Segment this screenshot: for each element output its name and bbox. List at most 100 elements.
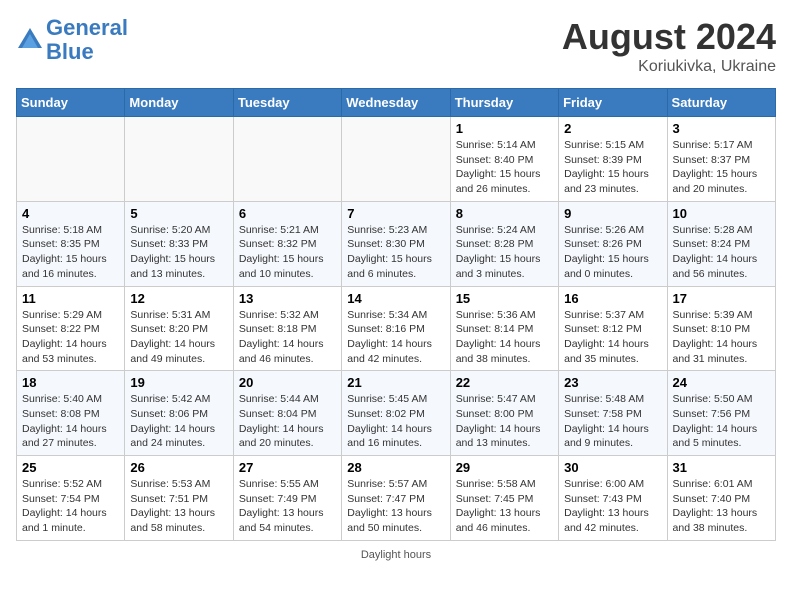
- day-info: Sunrise: 5:44 AMSunset: 8:04 PMDaylight:…: [239, 392, 336, 451]
- day-number: 15: [456, 291, 553, 306]
- day-number: 29: [456, 460, 553, 475]
- day-info: Sunrise: 5:26 AMSunset: 8:26 PMDaylight:…: [564, 223, 661, 282]
- daylight-label: Daylight hours: [361, 549, 431, 561]
- day-number: 23: [564, 375, 661, 390]
- weekday-header-wednesday: Wednesday: [342, 89, 450, 117]
- day-number: 12: [130, 291, 227, 306]
- calendar-cell: 27 Sunrise: 5:55 AMSunset: 7:49 PMDayligh…: [233, 456, 341, 541]
- day-info: Sunrise: 5:24 AMSunset: 8:28 PMDaylight:…: [456, 223, 553, 282]
- day-number: 17: [673, 291, 770, 306]
- calendar-cell: 5Sunrise: 5:20 AMSunset: 8:33 PMDaylight…: [125, 201, 233, 286]
- day-info: Sunrise: 5:39 AMSunset: 8:10 PMDaylight:…: [673, 308, 770, 367]
- calendar-cell: 24Sunrise: 5:50 AMSunset: 7:56 PMDayligh…: [667, 371, 775, 456]
- day-info: Sunrise: 5:42 AMSunset: 8:06 PMDaylight:…: [130, 392, 227, 451]
- day-number: 5: [130, 206, 227, 221]
- calendar-cell: 3 Sunrise: 5:17 AMSunset: 8:37 PMDaylight…: [667, 117, 775, 202]
- logo-icon: [16, 26, 44, 54]
- day-number: 25: [22, 460, 119, 475]
- footer: Daylight hours: [16, 549, 776, 561]
- day-info: Sunrise: 6:01 AMSunset: 7:40 PMDaylight:…: [673, 477, 770, 536]
- day-info: Sunrise: 5:53 AMSunset: 7:51 PMDaylight:…: [130, 477, 227, 536]
- month-year: August 2024: [562, 16, 776, 58]
- calendar-cell: 17 Sunrise: 5:39 AMSunset: 8:10 PMDayligh…: [667, 286, 775, 371]
- day-number: 21: [347, 375, 444, 390]
- calendar-cell: [17, 117, 125, 202]
- calendar-table: SundayMondayTuesdayWednesdayThursdayFrid…: [16, 88, 776, 541]
- day-info: Sunrise: 5:17 AMSunset: 8:37 PMDaylight:…: [673, 138, 770, 197]
- calendar-cell: [233, 117, 341, 202]
- page-header: General Blue August 2024 Koriukivka, Ukr…: [16, 16, 776, 76]
- calendar-cell: 31 Sunrise: 6:01 AMSunset: 7:40 PMDayligh…: [667, 456, 775, 541]
- day-info: Sunrise: 5:55 AMSunset: 7:49 PMDaylight:…: [239, 477, 336, 536]
- calendar-cell: [125, 117, 233, 202]
- day-info: Sunrise: 5:28 AMSunset: 8:24 PMDaylight:…: [673, 223, 770, 282]
- week-row-4: 18Sunrise: 5:40 AMSunset: 8:08 PMDayligh…: [17, 371, 776, 456]
- day-number: 3: [673, 121, 770, 136]
- calendar-cell: 19Sunrise: 5:42 AMSunset: 8:06 PMDayligh…: [125, 371, 233, 456]
- day-number: 27: [239, 460, 336, 475]
- day-info: Sunrise: 5:58 AMSunset: 7:45 PMDaylight:…: [456, 477, 553, 536]
- day-info: Sunrise: 5:47 AMSunset: 8:00 PMDaylight:…: [456, 392, 553, 451]
- weekday-header-row: SundayMondayTuesdayWednesdayThursdayFrid…: [17, 89, 776, 117]
- calendar-cell: 4Sunrise: 5:18 AMSunset: 8:35 PMDaylight…: [17, 201, 125, 286]
- day-info: Sunrise: 5:36 AMSunset: 8:14 PMDaylight:…: [456, 308, 553, 367]
- calendar-cell: 25 Sunrise: 5:52 AMSunset: 7:54 PMDayligh…: [17, 456, 125, 541]
- week-row-1: 1 Sunrise: 5:14 AMSunset: 8:40 PMDaylight…: [17, 117, 776, 202]
- day-info: Sunrise: 5:57 AMSunset: 7:47 PMDaylight:…: [347, 477, 444, 536]
- day-number: 22: [456, 375, 553, 390]
- day-info: Sunrise: 5:52 AMSunset: 7:54 PMDaylight:…: [22, 477, 119, 536]
- day-number: 6: [239, 206, 336, 221]
- calendar-cell: 26Sunrise: 5:53 AMSunset: 7:51 PMDayligh…: [125, 456, 233, 541]
- day-info: Sunrise: 5:14 AMSunset: 8:40 PMDaylight:…: [456, 138, 553, 197]
- calendar-cell: 21Sunrise: 5:45 AMSunset: 8:02 PMDayligh…: [342, 371, 450, 456]
- location: Koriukivka, Ukraine: [562, 58, 776, 76]
- day-info: Sunrise: 6:00 AMSunset: 7:43 PMDaylight:…: [564, 477, 661, 536]
- day-number: 11: [22, 291, 119, 306]
- calendar-cell: 16Sunrise: 5:37 AMSunset: 8:12 PMDayligh…: [559, 286, 667, 371]
- calendar-cell: 22 Sunrise: 5:47 AMSunset: 8:00 PMDayligh…: [450, 371, 558, 456]
- day-number: 24: [673, 375, 770, 390]
- day-number: 1: [456, 121, 553, 136]
- day-number: 14: [347, 291, 444, 306]
- day-info: Sunrise: 5:15 AMSunset: 8:39 PMDaylight:…: [564, 138, 661, 197]
- week-row-3: 11Sunrise: 5:29 AMSunset: 8:22 PMDayligh…: [17, 286, 776, 371]
- day-number: 8: [456, 206, 553, 221]
- calendar-cell: 7Sunrise: 5:23 AMSunset: 8:30 PMDaylight…: [342, 201, 450, 286]
- calendar-cell: 29 Sunrise: 5:58 AMSunset: 7:45 PMDayligh…: [450, 456, 558, 541]
- logo: General Blue: [16, 16, 128, 64]
- day-info: Sunrise: 5:37 AMSunset: 8:12 PMDaylight:…: [564, 308, 661, 367]
- day-info: Sunrise: 5:21 AMSunset: 8:32 PMDaylight:…: [239, 223, 336, 282]
- calendar-cell: 9 Sunrise: 5:26 AMSunset: 8:26 PMDaylight…: [559, 201, 667, 286]
- calendar-cell: 20 Sunrise: 5:44 AMSunset: 8:04 PMDayligh…: [233, 371, 341, 456]
- day-number: 20: [239, 375, 336, 390]
- calendar-cell: 23 Sunrise: 5:48 AMSunset: 7:58 PMDayligh…: [559, 371, 667, 456]
- day-number: 9: [564, 206, 661, 221]
- logo-text: General Blue: [46, 16, 128, 64]
- day-number: 2: [564, 121, 661, 136]
- weekday-header-monday: Monday: [125, 89, 233, 117]
- day-info: Sunrise: 5:31 AMSunset: 8:20 PMDaylight:…: [130, 308, 227, 367]
- day-number: 7: [347, 206, 444, 221]
- calendar-cell: 2 Sunrise: 5:15 AMSunset: 8:39 PMDaylight…: [559, 117, 667, 202]
- calendar-cell: 13Sunrise: 5:32 AMSunset: 8:18 PMDayligh…: [233, 286, 341, 371]
- calendar-cell: 28Sunrise: 5:57 AMSunset: 7:47 PMDayligh…: [342, 456, 450, 541]
- weekday-header-saturday: Saturday: [667, 89, 775, 117]
- weekday-header-friday: Friday: [559, 89, 667, 117]
- calendar-cell: 14 Sunrise: 5:34 AMSunset: 8:16 PMDayligh…: [342, 286, 450, 371]
- weekday-header-tuesday: Tuesday: [233, 89, 341, 117]
- day-number: 31: [673, 460, 770, 475]
- calendar-cell: 12 Sunrise: 5:31 AMSunset: 8:20 PMDayligh…: [125, 286, 233, 371]
- calendar-cell: 6 Sunrise: 5:21 AMSunset: 8:32 PMDaylight…: [233, 201, 341, 286]
- calendar-cell: 10 Sunrise: 5:28 AMSunset: 8:24 PMDayligh…: [667, 201, 775, 286]
- day-info: Sunrise: 5:48 AMSunset: 7:58 PMDaylight:…: [564, 392, 661, 451]
- calendar-cell: 1 Sunrise: 5:14 AMSunset: 8:40 PMDaylight…: [450, 117, 558, 202]
- calendar-cell: 11Sunrise: 5:29 AMSunset: 8:22 PMDayligh…: [17, 286, 125, 371]
- title-block: August 2024 Koriukivka, Ukraine: [562, 16, 776, 76]
- weekday-header-sunday: Sunday: [17, 89, 125, 117]
- week-row-5: 25 Sunrise: 5:52 AMSunset: 7:54 PMDayligh…: [17, 456, 776, 541]
- day-number: 10: [673, 206, 770, 221]
- day-number: 13: [239, 291, 336, 306]
- day-info: Sunrise: 5:34 AMSunset: 8:16 PMDaylight:…: [347, 308, 444, 367]
- week-row-2: 4Sunrise: 5:18 AMSunset: 8:35 PMDaylight…: [17, 201, 776, 286]
- day-info: Sunrise: 5:18 AMSunset: 8:35 PMDaylight:…: [22, 223, 119, 282]
